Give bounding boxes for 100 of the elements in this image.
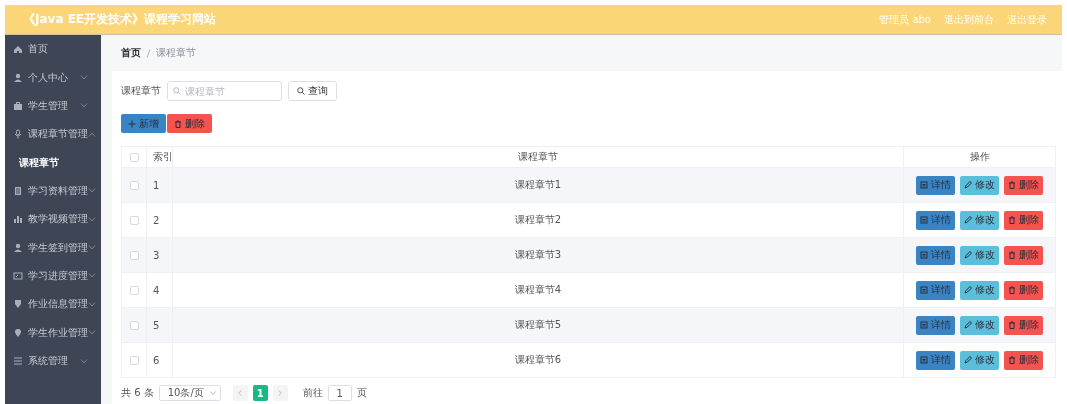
pencil-icon [964, 321, 972, 329]
sidebar-item[interactable]: 作业信息管理 [5, 290, 101, 319]
delete-button[interactable]: 删除 [1004, 210, 1043, 230]
document-icon [920, 181, 928, 189]
shield-icon [13, 299, 23, 310]
checkbox[interactable] [129, 180, 139, 190]
table-cell: 4 [146, 272, 173, 308]
checkbox[interactable] [129, 355, 139, 365]
trash-icon [1008, 321, 1016, 329]
trash-icon [1008, 216, 1016, 224]
document-icon [920, 321, 928, 329]
delete-button[interactable]: 删除 [1004, 315, 1043, 335]
sidebar-item[interactable]: 学习资料管理 [5, 176, 101, 205]
search-button[interactable]: 查询 [288, 81, 337, 101]
sidebar-item[interactable]: 首页 [5, 35, 101, 64]
pencil-icon [964, 181, 972, 189]
briefcase-icon [13, 100, 23, 111]
delete-button[interactable]: 删除 [167, 114, 212, 133]
trash-icon [1008, 181, 1016, 189]
breadcrumb-item[interactable]: 首页 [121, 46, 141, 60]
sidebar-item[interactable]: 学生签到管理 [5, 233, 101, 262]
sidebar-item[interactable]: 课程章节管理 [5, 120, 101, 149]
detail-button[interactable]: 详情 [916, 315, 955, 335]
table-cell: 课程章节6 [172, 342, 904, 378]
trash-icon [1008, 286, 1016, 294]
table-cell: 6 [146, 342, 173, 378]
sliders-icon [13, 356, 23, 367]
site-title: 《Java EE开发技术》课程学习网站 [23, 11, 218, 28]
bar-chart-icon [13, 214, 23, 225]
plus-icon [128, 119, 136, 128]
document-icon [920, 286, 928, 294]
detail-button[interactable]: 详情 [916, 210, 955, 230]
delete-button[interactable]: 删除 [1004, 280, 1043, 300]
checkbox[interactable] [129, 320, 139, 330]
chevron-right-icon [278, 390, 283, 396]
document-icon [920, 216, 928, 224]
sidebar-item[interactable]: 个人中心 [5, 63, 101, 92]
search-icon [297, 87, 305, 95]
pin-icon [13, 327, 23, 338]
table-cell: 课程章节1 [172, 167, 904, 203]
microphone-icon [13, 129, 23, 140]
delete-button[interactable]: 删除 [1004, 175, 1043, 195]
detail-button[interactable]: 详情 [916, 175, 955, 195]
sidebar-item[interactable]: 系统管理 [5, 346, 101, 376]
trash-icon [174, 119, 182, 128]
table-cell: 课程章节2 [172, 202, 904, 238]
edit-button[interactable]: 修改 [960, 350, 999, 370]
sidebar-item[interactable]: 学习进度管理 [5, 261, 101, 291]
delete-button[interactable]: 删除 [1004, 350, 1043, 370]
table-cell: 课程章节3 [172, 237, 904, 273]
breadcrumb-item: 课程章节 [156, 46, 196, 60]
edit-button[interactable]: 修改 [960, 210, 999, 230]
pencil-icon [964, 356, 972, 364]
detail-button[interactable]: 详情 [916, 245, 955, 265]
detail-button[interactable]: 详情 [916, 280, 955, 300]
page-unit: 页 [356, 386, 367, 400]
page-size-select[interactable]: 10条/页 [158, 385, 221, 401]
edit-button[interactable]: 修改 [960, 315, 999, 335]
table-cell: 2 [146, 202, 173, 238]
total-count: 共 6 条 [121, 386, 154, 400]
detail-button[interactable]: 详情 [916, 350, 955, 370]
add-button[interactable]: 新增 [121, 114, 166, 133]
sidebar-subitem[interactable]: 课程章节 [5, 148, 101, 177]
edit-button[interactable]: 修改 [960, 280, 999, 300]
checkbox[interactable] [129, 215, 139, 225]
home-icon [13, 44, 23, 55]
chevron-down-icon [209, 391, 216, 395]
screen-icon [13, 270, 23, 281]
user-label: 管理员 abo [879, 12, 931, 27]
sidebar-item[interactable]: 学生作业管理 [5, 318, 101, 347]
checkbox[interactable] [129, 152, 139, 162]
user-icon [13, 242, 23, 253]
next-page-button[interactable] [272, 385, 288, 401]
column-header: 操作 [903, 146, 1056, 168]
table-cell: 课程章节5 [172, 307, 904, 343]
column-header: 课程章节 [172, 146, 904, 168]
edit-button[interactable]: 修改 [960, 245, 999, 265]
column-header: 索引 [146, 146, 173, 168]
sidebar-item[interactable]: 学生管理 [5, 91, 101, 121]
search-label: 课程章节 [121, 84, 161, 98]
trash-icon [1008, 251, 1016, 259]
checkbox[interactable] [129, 250, 139, 260]
document-icon [920, 251, 928, 259]
edit-button[interactable]: 修改 [960, 175, 999, 195]
search-field[interactable]: 课程章节 [167, 81, 282, 101]
delete-button[interactable]: 删除 [1004, 245, 1043, 265]
breadcrumb-separator-icon [146, 48, 151, 58]
pencil-icon [964, 286, 972, 294]
trash-icon [1008, 356, 1016, 364]
document-icon [13, 185, 23, 196]
prev-page-button[interactable] [232, 385, 248, 401]
table-cell: 课程章节4 [172, 272, 904, 308]
goto-label: 前往 [302, 386, 323, 400]
user-icon [13, 72, 23, 83]
document-icon [920, 356, 928, 364]
pencil-icon [964, 251, 972, 259]
checkbox[interactable] [129, 285, 139, 295]
sidebar-item[interactable]: 教学视频管理 [5, 204, 101, 234]
page-input[interactable]: 1 [327, 385, 352, 401]
chevron-left-icon [238, 390, 243, 396]
